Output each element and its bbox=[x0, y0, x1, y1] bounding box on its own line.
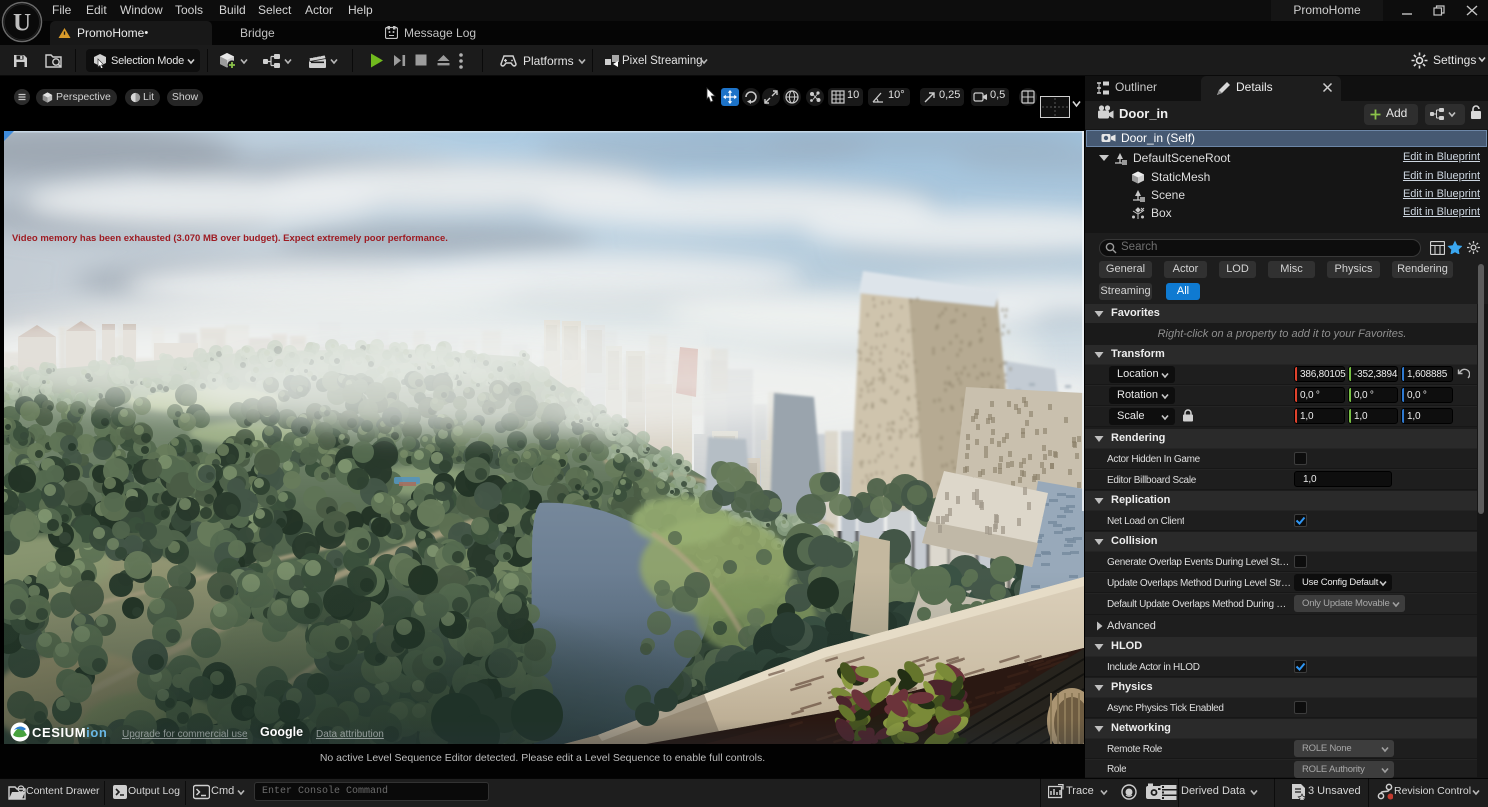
svg-text:U: U bbox=[13, 10, 31, 37]
